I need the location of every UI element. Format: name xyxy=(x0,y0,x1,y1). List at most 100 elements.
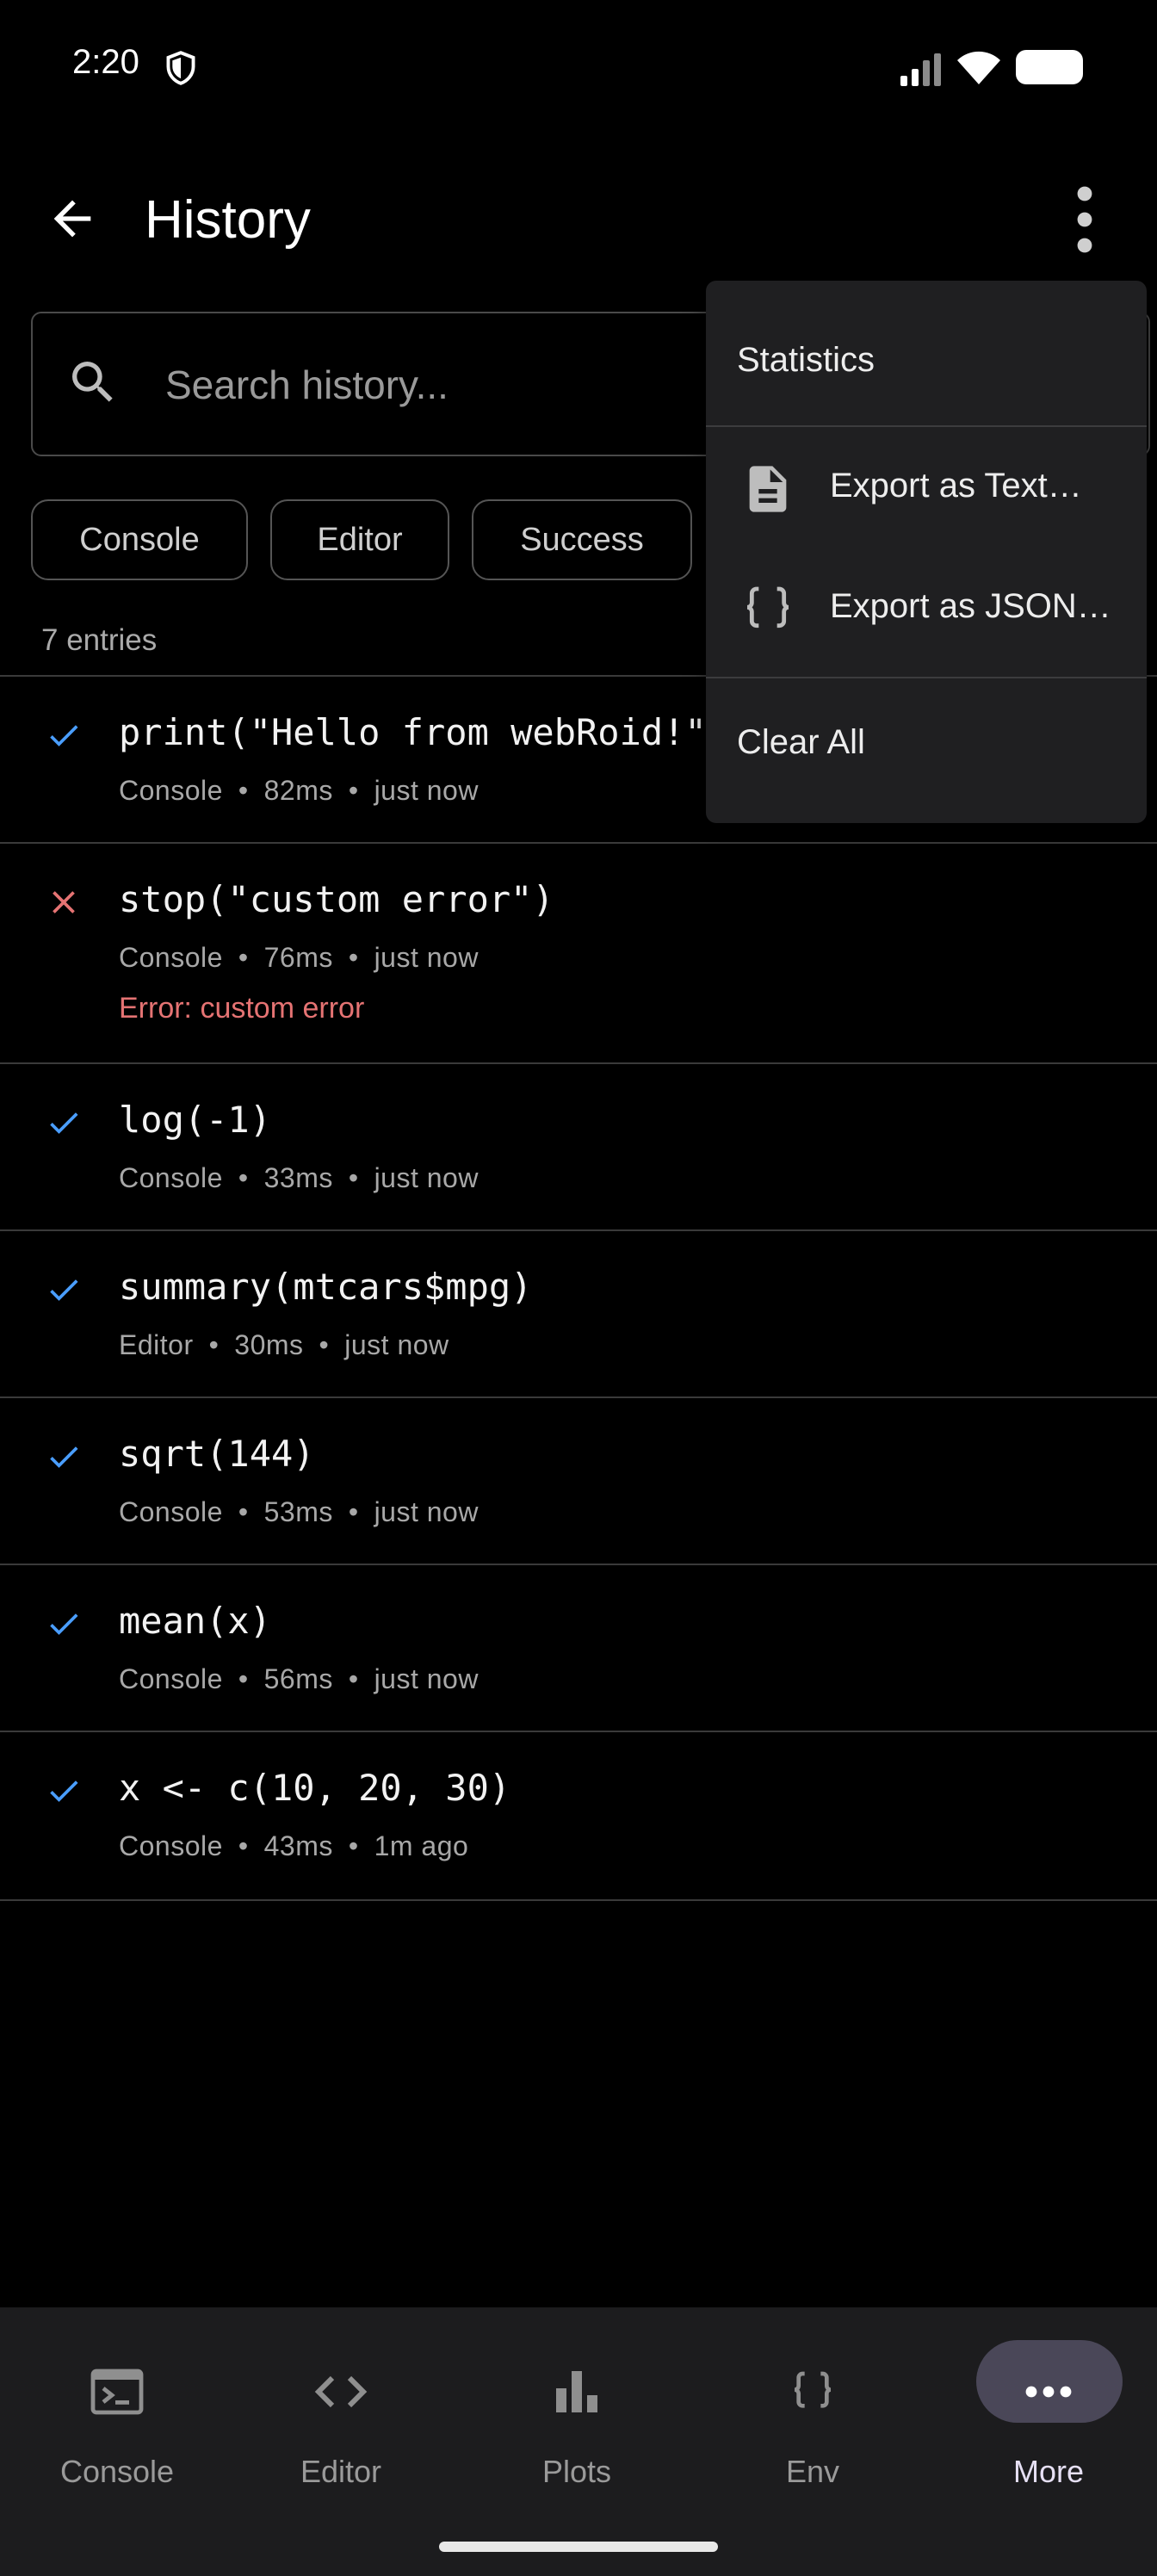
terminal-icon xyxy=(90,2369,144,2415)
entry-meta: Console • 53ms • just now xyxy=(119,1496,479,1528)
entry-time: 1m ago xyxy=(374,1830,469,1861)
menu-item-label: Clear All xyxy=(737,723,865,761)
nav-item-env[interactable]: Env xyxy=(696,2342,930,2489)
wifi-icon xyxy=(957,51,1000,84)
entry-source: Console xyxy=(119,1663,223,1694)
nav-label: Env xyxy=(785,2454,840,2489)
menu-item-export-text[interactable]: Export as Text… xyxy=(706,427,1147,551)
braces-icon xyxy=(794,2371,832,2408)
back-arrow-icon[interactable] xyxy=(45,191,100,246)
signal-icon xyxy=(900,53,941,86)
nav-item-more[interactable]: More xyxy=(931,2342,1157,2489)
document-icon xyxy=(749,466,787,512)
nav-label: Plots xyxy=(541,2454,612,2489)
menu-item-clear-all[interactable]: Clear All xyxy=(706,678,1147,823)
entry-error-message: Error: custom error xyxy=(119,992,365,1025)
entry-duration: 56ms xyxy=(263,1663,333,1694)
search-icon xyxy=(72,362,113,402)
filter-chip-console[interactable]: Console xyxy=(31,499,248,580)
entry-time: just now xyxy=(374,1663,479,1694)
entry-time: just now xyxy=(344,1329,449,1360)
history-entry[interactable]: summary(mtcars$mpg) Editor • 30ms • just now xyxy=(0,1231,1157,1396)
gesture-handle[interactable] xyxy=(439,2542,718,2552)
menu-item-label: Export as JSON… xyxy=(830,587,1111,625)
meta-separator: • xyxy=(348,1830,359,1861)
check-icon xyxy=(50,1112,78,1134)
meta-separator: • xyxy=(238,775,249,806)
nav-item-console[interactable]: Console xyxy=(0,2342,234,2489)
check-icon xyxy=(50,1446,78,1468)
history-entry[interactable]: mean(x) Console • 56ms • just now xyxy=(0,1565,1157,1731)
entry-code: x <- c(10, 20, 30) xyxy=(119,1767,511,1809)
entry-code: stop("custom error") xyxy=(119,878,554,920)
entry-duration: 33ms xyxy=(263,1162,333,1193)
entry-meta: Console • 82ms • just now xyxy=(119,775,479,807)
meta-separator: • xyxy=(238,1162,249,1193)
search-input[interactable] xyxy=(164,351,770,418)
menu-item-label: Export as Text… xyxy=(830,467,1082,505)
bar-chart-icon xyxy=(556,2371,597,2412)
nav-label: Console xyxy=(59,2454,175,2489)
menu-item-label: Statistics xyxy=(737,341,875,379)
entry-duration: 30ms xyxy=(234,1329,304,1360)
menu-item-statistics[interactable]: Statistics xyxy=(706,281,1147,425)
battery-icon xyxy=(1016,50,1083,84)
meta-separator: • xyxy=(238,1830,249,1861)
history-entry[interactable]: sqrt(144) Console • 53ms • just now xyxy=(0,1398,1157,1564)
entry-duration: 43ms xyxy=(263,1830,333,1861)
meta-separator: • xyxy=(348,1663,359,1694)
entry-time: just now xyxy=(374,1162,479,1193)
error-x-icon xyxy=(53,891,75,913)
meta-separator: • xyxy=(348,1162,359,1193)
entry-source: Console xyxy=(119,1830,223,1861)
entry-code: sqrt(144) xyxy=(119,1433,315,1475)
meta-separator: • xyxy=(238,1663,249,1694)
status-time: 2:20 xyxy=(72,43,139,81)
check-icon xyxy=(50,1279,78,1301)
entry-time: just now xyxy=(374,1496,479,1527)
check-icon xyxy=(50,1780,78,1802)
divider xyxy=(0,1899,1157,1901)
filter-chip-success[interactable]: Success xyxy=(472,499,692,580)
entry-duration: 76ms xyxy=(263,942,333,973)
entry-meta: Editor • 30ms • just now xyxy=(119,1329,449,1361)
entry-code: mean(x) xyxy=(119,1600,272,1642)
more-horiz-icon xyxy=(1025,2386,1072,2398)
entry-source: Editor xyxy=(119,1329,194,1360)
check-icon xyxy=(50,1613,78,1635)
shield-icon xyxy=(166,51,195,85)
entry-duration: 82ms xyxy=(263,775,333,806)
filter-chip-editor[interactable]: Editor xyxy=(270,499,449,580)
menu-item-export-json[interactable]: Export as JSON… xyxy=(706,551,1147,672)
nav-item-plots[interactable]: Plots xyxy=(460,2342,694,2489)
history-entry[interactable]: log(-1) Console • 33ms • just now xyxy=(0,1064,1157,1229)
entry-code: print("Hello from webRoid!") xyxy=(119,711,729,753)
more-vert-icon[interactable] xyxy=(1059,181,1111,258)
entry-meta: Console • 76ms • just now xyxy=(119,942,479,974)
meta-separator: • xyxy=(348,775,359,806)
entry-count: 7 entries xyxy=(41,623,158,657)
entry-meta: Console • 33ms • just now xyxy=(119,1162,479,1194)
meta-separator: • xyxy=(208,1329,220,1360)
page-title: History xyxy=(145,190,311,250)
entry-meta: Console • 56ms • just now xyxy=(119,1663,479,1695)
check-icon xyxy=(50,725,78,746)
meta-separator: • xyxy=(348,942,359,973)
meta-separator: • xyxy=(238,1496,249,1527)
entry-source: Console xyxy=(119,1162,223,1193)
entry-code: summary(mtcars$mpg) xyxy=(119,1266,533,1308)
braces-icon xyxy=(746,586,789,629)
entry-code: log(-1) xyxy=(119,1099,272,1141)
history-entry[interactable]: stop("custom error") Console • 76ms • just n… xyxy=(0,844,1157,1062)
top-app-bar: History xyxy=(0,146,1157,293)
meta-separator: • xyxy=(319,1329,330,1360)
history-entry[interactable]: x <- c(10, 20, 30) Console • 43ms • 1m ago xyxy=(0,1732,1157,1898)
nav-item-editor[interactable]: Editor xyxy=(224,2342,458,2489)
overflow-menu: Statistics Export as Text… Export as JSO… xyxy=(706,281,1147,823)
nav-label: Editor xyxy=(300,2454,382,2489)
entry-time: just now xyxy=(374,775,479,806)
status-bar: 2:20 xyxy=(0,0,1157,138)
code-icon xyxy=(314,2375,368,2408)
nav-label: More xyxy=(1012,2454,1085,2489)
meta-separator: • xyxy=(238,942,249,973)
